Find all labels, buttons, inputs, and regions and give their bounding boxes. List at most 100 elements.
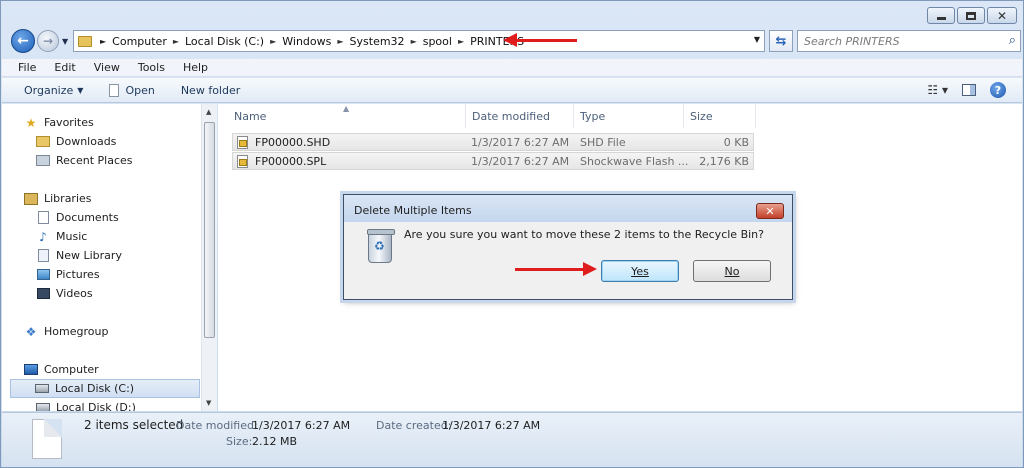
nav-label: Pictures	[56, 268, 100, 281]
forward-button[interactable]: →	[37, 30, 59, 52]
nav-recent-places[interactable]: Recent Places	[36, 151, 133, 170]
sort-ascending-icon: ▲	[343, 104, 350, 113]
breadcrumb-spool[interactable]: spool	[423, 35, 452, 48]
nav-downloads[interactable]: Downloads	[36, 132, 116, 151]
chevron-right-icon[interactable]: ►	[411, 37, 417, 46]
breadcrumb-local-disk-c[interactable]: Local Disk (C:)	[185, 35, 264, 48]
library-icon	[36, 249, 50, 262]
command-bar: Organize ▼ Open New folder ☷ ▾ ?	[2, 78, 1022, 103]
scroll-up-icon[interactable]: ▲	[206, 108, 211, 116]
back-arrow-icon: ←	[17, 33, 29, 49]
organize-button[interactable]: Organize ▼	[24, 84, 83, 97]
file-name: FP00000.SPL	[255, 155, 327, 168]
videos-icon	[36, 287, 50, 300]
no-button[interactable]: No	[693, 260, 771, 282]
column-header-date-modified[interactable]: Date modified	[466, 104, 574, 128]
dialog-message: Are you sure you want to move these 2 it…	[404, 228, 764, 241]
maximize-button[interactable]	[957, 7, 985, 24]
scroll-down-icon[interactable]: ▼	[206, 399, 211, 407]
close-button[interactable]: ✕	[987, 7, 1017, 24]
menu-tools[interactable]: Tools	[138, 61, 165, 74]
search-icon[interactable]: ⌕	[1009, 33, 1016, 48]
breadcrumb: Computer ► Local Disk (C:) ► Windows ► S…	[112, 35, 524, 48]
nav-label: Music	[56, 230, 88, 243]
search-placeholder: Search PRINTERS	[804, 34, 900, 48]
disk-icon	[36, 401, 50, 411]
nav-new-library[interactable]: New Library	[36, 246, 122, 265]
file-date: 1/3/2017 6:27 AM	[471, 136, 570, 149]
search-input[interactable]: Search PRINTERS ⌕	[797, 30, 1021, 52]
nav-documents[interactable]: Documents	[36, 208, 119, 227]
new-folder-button[interactable]: New folder	[181, 84, 240, 97]
nav-label: Recent Places	[56, 154, 133, 167]
column-header-size[interactable]: Size	[684, 104, 756, 128]
table-row[interactable]: FP00000.SHD 1/3/2017 6:27 AM SHD File 0 …	[232, 133, 754, 151]
libraries-icon	[24, 192, 38, 205]
nav-label: Favorites	[44, 116, 94, 129]
nav-local-disk-c[interactable]: Local Disk (C:)	[10, 379, 200, 398]
nav-pictures[interactable]: Pictures	[36, 265, 100, 284]
refresh-button[interactable]: ⇆	[769, 30, 793, 52]
chevron-right-icon[interactable]: ►	[173, 37, 179, 46]
minimize-button[interactable]	[927, 7, 955, 24]
breadcrumb-computer[interactable]: Computer	[112, 35, 167, 48]
breadcrumb-windows[interactable]: Windows	[282, 35, 331, 48]
open-label: Open	[125, 83, 155, 97]
size-label: Size:	[226, 435, 253, 448]
nav-label: Local Disk (C:)	[55, 382, 135, 395]
nav-computer[interactable]: Computer	[24, 360, 99, 379]
open-button[interactable]: Open	[109, 83, 155, 97]
change-view-icon[interactable]: ☷ ▾	[927, 83, 948, 97]
menu-edit[interactable]: Edit	[54, 61, 75, 74]
nav-label: Local Disk (D:)	[56, 401, 136, 411]
chevron-right-icon[interactable]: ►	[337, 37, 343, 46]
recent-pages-dropdown-icon[interactable]: ▼	[62, 37, 68, 46]
nav-label: Libraries	[44, 192, 92, 205]
nav-music[interactable]: ♪ Music	[36, 227, 87, 246]
column-label: Size	[690, 109, 713, 123]
navigation-scrollbar[interactable]: ▲ ▼	[201, 104, 217, 411]
size-value: 2.12 MB	[252, 435, 298, 448]
nav-label: Videos	[56, 287, 93, 300]
nav-libraries[interactable]: Libraries	[24, 189, 92, 208]
details-pane: 2 items selected Date modified: 1/3/2017…	[2, 412, 1022, 467]
maximize-icon	[966, 11, 976, 20]
table-row[interactable]: FP00000.SPL 1/3/2017 6:27 AM Shockwave F…	[232, 152, 754, 170]
scrollbar-thumb[interactable]	[204, 122, 215, 338]
date-modified-label: Date modified:	[176, 419, 258, 432]
nav-favorites[interactable]: ★ Favorites	[24, 113, 94, 132]
folder-icon	[78, 35, 92, 47]
dialog-close-button[interactable]: ✕	[756, 203, 784, 219]
nav-label: Documents	[56, 211, 119, 224]
nav-local-disk-d[interactable]: Local Disk (D:)	[36, 398, 136, 411]
close-icon: ✕	[996, 8, 1008, 23]
column-header-type[interactable]: Type	[574, 104, 684, 128]
yes-button[interactable]: Yes	[601, 260, 679, 282]
navigation-pane: ★ Favorites Downloads Recent Places Libr…	[2, 104, 217, 411]
address-bar[interactable]: ► Computer ► Local Disk (C:) ► Windows ►…	[73, 30, 765, 52]
address-history-dropdown-icon[interactable]: ▼	[754, 35, 760, 44]
file-date: 1/3/2017 6:27 AM	[471, 155, 570, 168]
nav-label: New Library	[56, 249, 122, 262]
chevron-right-icon[interactable]: ►	[270, 37, 276, 46]
toolbar-right: ☷ ▾ ?	[927, 82, 1006, 98]
yes-button-label: Yes	[631, 264, 649, 278]
menu-help[interactable]: Help	[183, 61, 208, 74]
chevron-right-icon[interactable]: ►	[100, 37, 106, 46]
help-icon[interactable]: ?	[990, 82, 1006, 98]
breadcrumb-system32[interactable]: System32	[350, 35, 405, 48]
menu-view[interactable]: View	[94, 61, 120, 74]
homegroup-icon: ❖	[25, 324, 37, 339]
star-icon: ★	[25, 115, 37, 130]
file-type: Shockwave Flash ...	[580, 155, 689, 168]
date-created-label: Date created:	[376, 419, 452, 432]
date-modified-value: 1/3/2017 6:27 AM	[252, 419, 351, 432]
delete-confirmation-dialog: Delete Multiple Items ✕ Are you sure you…	[343, 194, 793, 300]
nav-videos[interactable]: Videos	[36, 284, 93, 303]
menu-file[interactable]: File	[18, 61, 36, 74]
preview-pane-icon[interactable]	[962, 84, 976, 96]
back-button[interactable]: ←	[11, 29, 35, 53]
chevron-right-icon[interactable]: ►	[458, 37, 464, 46]
nav-homegroup[interactable]: ❖ Homegroup	[24, 322, 109, 341]
computer-icon	[24, 363, 38, 376]
